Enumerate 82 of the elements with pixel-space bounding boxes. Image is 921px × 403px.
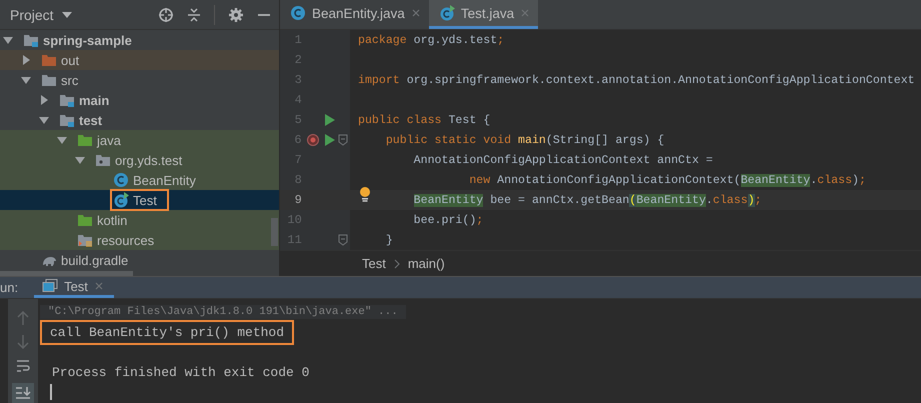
tree-label: BeanEntity bbox=[110, 169, 199, 191]
code-line: new AnnotationConfigApplicationContext(BeanEntity.class); bbox=[468, 174, 866, 186]
tree-label: main bbox=[56, 89, 112, 111]
code-line: bee.pri(); bbox=[412, 214, 484, 226]
folder-icon bbox=[59, 112, 75, 128]
tree-row[interactable]: build.gradle bbox=[0, 250, 279, 270]
dropdown-caret-icon[interactable] bbox=[62, 12, 72, 18]
breadcrumb-item[interactable]: Test bbox=[362, 256, 386, 271]
run-tab[interactable]: Test bbox=[34, 277, 114, 298]
close-icon[interactable] bbox=[410, 8, 421, 18]
class-icon bbox=[290, 5, 306, 21]
expanded-arrow-icon[interactable] bbox=[74, 154, 86, 166]
tree-row[interactable]: resources bbox=[0, 230, 279, 250]
fold-icon[interactable] bbox=[338, 134, 348, 146]
tree-label: out bbox=[38, 49, 82, 71]
tree-row[interactable]: main bbox=[0, 90, 279, 110]
folder-icon bbox=[77, 212, 93, 228]
folder-icon bbox=[59, 92, 75, 108]
scroll-to-end-icon[interactable] bbox=[12, 383, 34, 403]
run-icon[interactable] bbox=[325, 134, 336, 146]
code-line: AnnotationConfigApplicationContext annCtx = bbox=[412, 154, 713, 166]
tree-row[interactable]: spring-sample bbox=[0, 30, 279, 50]
scrollbar[interactable] bbox=[271, 218, 278, 246]
expanded-arrow-icon[interactable] bbox=[20, 74, 32, 86]
editor-tab[interactable]: Test.java bbox=[428, 0, 538, 29]
tree-row[interactable]: test bbox=[0, 110, 279, 130]
resources-folder-icon bbox=[77, 232, 93, 248]
tree-label: kotlin bbox=[74, 209, 130, 231]
highlight-frame: call BeanEntity's pri() method bbox=[40, 320, 294, 344]
tree-row[interactable]: src bbox=[0, 70, 279, 90]
collapse-icon[interactable] bbox=[187, 6, 201, 22]
code-line: BeanEntity bee = annCtx.getBean(BeanEntity.class); bbox=[412, 194, 762, 206]
scrollbar[interactable] bbox=[0, 271, 133, 276]
tree-row[interactable]: java bbox=[0, 130, 279, 150]
expanded-arrow-icon[interactable] bbox=[56, 134, 68, 146]
editor-tab[interactable]: BeanEntity.java bbox=[280, 0, 429, 29]
expanded-arrow-icon[interactable] bbox=[2, 34, 14, 46]
close-icon[interactable] bbox=[94, 281, 104, 291]
run-icon[interactable] bbox=[324, 114, 335, 126]
crosshair-icon[interactable] bbox=[158, 6, 174, 22]
folder-icon bbox=[41, 52, 57, 68]
tree-row[interactable]: out bbox=[0, 50, 279, 70]
folder-icon bbox=[77, 132, 93, 148]
class-icon bbox=[113, 172, 129, 188]
code-line: public static void main(String[] args) { bbox=[384, 134, 664, 146]
console-line: Process finished with exit code 0 bbox=[51, 364, 310, 382]
expanded-arrow-icon[interactable] bbox=[38, 114, 50, 126]
class-icon bbox=[113, 192, 129, 208]
tree-label: java bbox=[74, 129, 124, 151]
settings-icon[interactable] bbox=[228, 6, 244, 22]
tree-label: org.yds.test bbox=[92, 149, 186, 171]
tree-label: build.gradle bbox=[38, 249, 132, 271]
collapsed-arrow-icon[interactable] bbox=[20, 54, 32, 66]
folder-icon bbox=[41, 72, 57, 88]
code-line: public class Test { bbox=[358, 114, 490, 126]
line-number: 9 bbox=[294, 193, 302, 207]
class-icon bbox=[438, 5, 455, 21]
console-icon bbox=[42, 279, 58, 293]
lightbulb-icon[interactable] bbox=[359, 186, 371, 202]
panel-title[interactable]: Project bbox=[10, 6, 54, 22]
code-line: } bbox=[384, 234, 393, 246]
soft-wrap-icon[interactable] bbox=[16, 359, 30, 373]
panel-title: un: bbox=[0, 279, 20, 297]
highlight-frame: Test bbox=[110, 189, 169, 211]
code-line: import org.springframework.context.annotation.AnnotationConfigApplicationContext bbox=[358, 74, 915, 86]
breakpoint-icon[interactable] bbox=[306, 133, 320, 147]
tree-row[interactable]: Test bbox=[0, 190, 279, 210]
package-icon bbox=[95, 152, 111, 168]
chevron-icon bbox=[394, 258, 400, 268]
breadcrumb-item[interactable]: main() bbox=[408, 256, 445, 271]
code-line: package org.yds.test; bbox=[358, 34, 504, 46]
tree-row[interactable]: org.yds.test bbox=[0, 150, 279, 170]
collapsed-arrow-icon[interactable] bbox=[38, 94, 50, 106]
tree-row[interactable]: BeanEntity bbox=[0, 170, 279, 190]
folder-icon bbox=[23, 32, 39, 48]
tree-row[interactable]: kotlin bbox=[0, 210, 279, 230]
tree-label: src bbox=[38, 69, 82, 91]
tree-label: resources bbox=[74, 229, 158, 251]
tree-label: spring-sample bbox=[20, 29, 135, 51]
text-cursor bbox=[50, 384, 52, 400]
fold-icon[interactable] bbox=[338, 234, 348, 246]
tree-label: test bbox=[56, 109, 106, 131]
